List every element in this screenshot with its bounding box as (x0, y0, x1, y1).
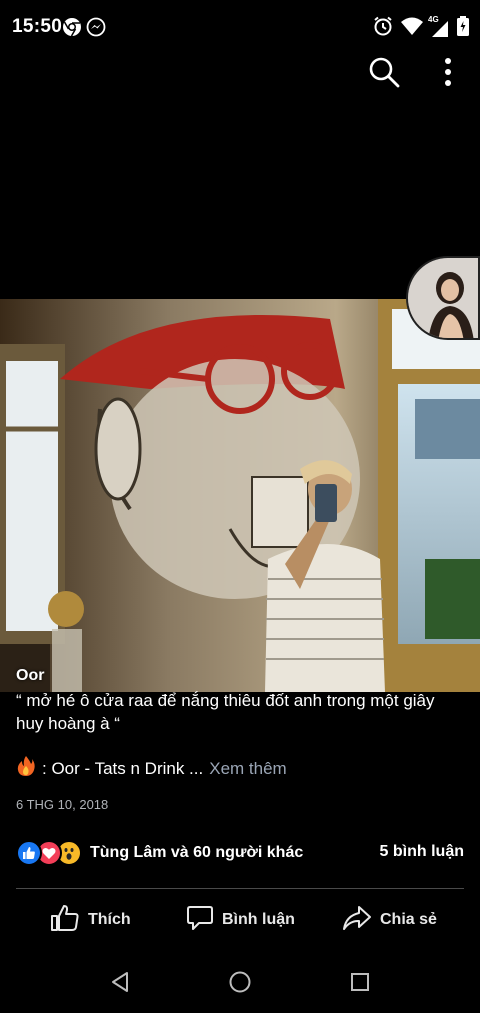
more-options-button[interactable] (424, 56, 472, 92)
navigation-bar (0, 955, 480, 1013)
alarm-icon (372, 15, 394, 42)
comment-button[interactable]: Bình luận (186, 900, 295, 940)
like-label: Thích (88, 911, 131, 928)
status-bar: 15:50 4G (0, 0, 480, 56)
comments-count[interactable]: 5 bình luận (380, 843, 464, 861)
post-caption: “ mở hé ô cửa raa để nắng thiêu đốt anh … (16, 691, 435, 733)
share-label: Chia sẻ (380, 911, 437, 928)
post-actions: Thích Bình luận Chia sẻ (0, 900, 480, 940)
see-more-link[interactable]: Xem thêm (209, 759, 286, 779)
signal-icon: 4G (428, 15, 450, 38)
home-icon (228, 970, 252, 999)
search-button[interactable] (360, 56, 408, 92)
thumbs-up-icon (50, 904, 80, 937)
like-button[interactable]: Thích (50, 900, 131, 940)
battery-icon (456, 15, 470, 42)
post-date: 6 THG 10, 2018 (16, 797, 109, 812)
back-button[interactable] (105, 969, 135, 999)
like-icon (16, 840, 42, 866)
comment-icon (186, 904, 214, 937)
search-icon (367, 55, 401, 94)
share-icon (342, 904, 372, 937)
song-line: : Oor - Tats n Drink ... Xem thêm (16, 755, 287, 782)
share-button[interactable]: Chia sẻ (342, 900, 437, 940)
messenger-icon (86, 17, 106, 37)
author-name[interactable]: Oor (16, 667, 44, 685)
fire-icon (16, 755, 36, 782)
comment-label: Bình luận (222, 911, 295, 928)
home-button[interactable] (225, 969, 255, 999)
wifi-icon (400, 16, 424, 41)
back-icon (109, 971, 131, 998)
chrome-icon (62, 17, 82, 37)
post-photo[interactable] (0, 299, 480, 692)
divider (16, 888, 464, 889)
author-avatar[interactable] (406, 256, 480, 340)
recents-icon (350, 972, 370, 997)
reactions-summary[interactable]: Tùng Lâm và 60 người khác (16, 840, 303, 866)
song-text: : Oor - Tats n Drink ... (42, 758, 204, 778)
more-vertical-icon (444, 57, 452, 92)
status-time: 15:50 (12, 16, 63, 37)
recents-button[interactable] (345, 969, 375, 999)
reactions-text: Tùng Lâm và 60 người khác (90, 844, 304, 861)
